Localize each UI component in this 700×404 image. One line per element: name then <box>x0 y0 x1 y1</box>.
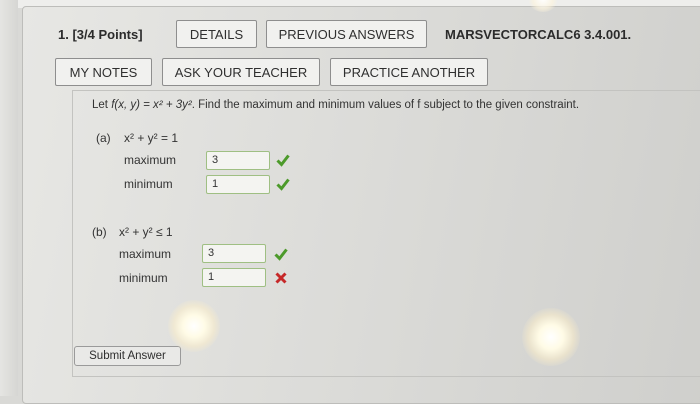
light-glare <box>168 300 220 352</box>
part-b-label: (b) <box>92 225 107 239</box>
x-mark-icon <box>275 272 287 284</box>
check-mark-icon <box>276 154 290 167</box>
practice-another-button[interactable]: PRACTICE ANOTHER <box>330 58 488 86</box>
part-b-maximum-label: maximum <box>119 247 172 261</box>
details-button[interactable]: DETAILS <box>176 20 257 48</box>
check-mark-icon <box>276 178 290 191</box>
part-b-maximum-input[interactable]: 3 <box>202 244 266 263</box>
part-b-minimum-input[interactable]: 1 <box>202 268 266 287</box>
submit-answer-button[interactable]: Submit Answer <box>74 346 181 366</box>
question-number: 1. [3/4 Points] <box>58 27 143 42</box>
part-a-maximum-input[interactable]: 3 <box>206 151 270 170</box>
part-a-constraint: x² + y² = 1 <box>124 131 179 145</box>
function-definition: f(x, y) = x² + 3y² <box>111 99 192 111</box>
part-a-minimum-label: minimum <box>124 177 173 191</box>
part-a-label: (a) <box>96 131 111 145</box>
check-mark-icon <box>274 248 288 261</box>
my-notes-button[interactable]: MY NOTES <box>55 58 152 86</box>
photo-background-left <box>0 0 18 396</box>
light-glare <box>522 308 580 366</box>
part-b-minimum-label: minimum <box>119 271 168 285</box>
ask-your-teacher-button[interactable]: ASK YOUR TEACHER <box>162 58 320 86</box>
part-a-maximum-label: maximum <box>124 153 177 167</box>
previous-answers-button[interactable]: PREVIOUS ANSWERS <box>266 20 427 48</box>
question-prompt: Let f(x, y) = x² + 3y². Find the maximum… <box>92 99 579 111</box>
prompt-prefix: Let <box>92 99 112 111</box>
source-tag: MARSVECTORCALC6 3.4.001. <box>445 27 632 42</box>
prompt-suffix: . Find the maximum and minimum values of… <box>191 99 580 111</box>
part-a-minimum-input[interactable]: 1 <box>206 175 270 194</box>
part-b-constraint: x² + y² ≤ 1 <box>119 225 173 239</box>
